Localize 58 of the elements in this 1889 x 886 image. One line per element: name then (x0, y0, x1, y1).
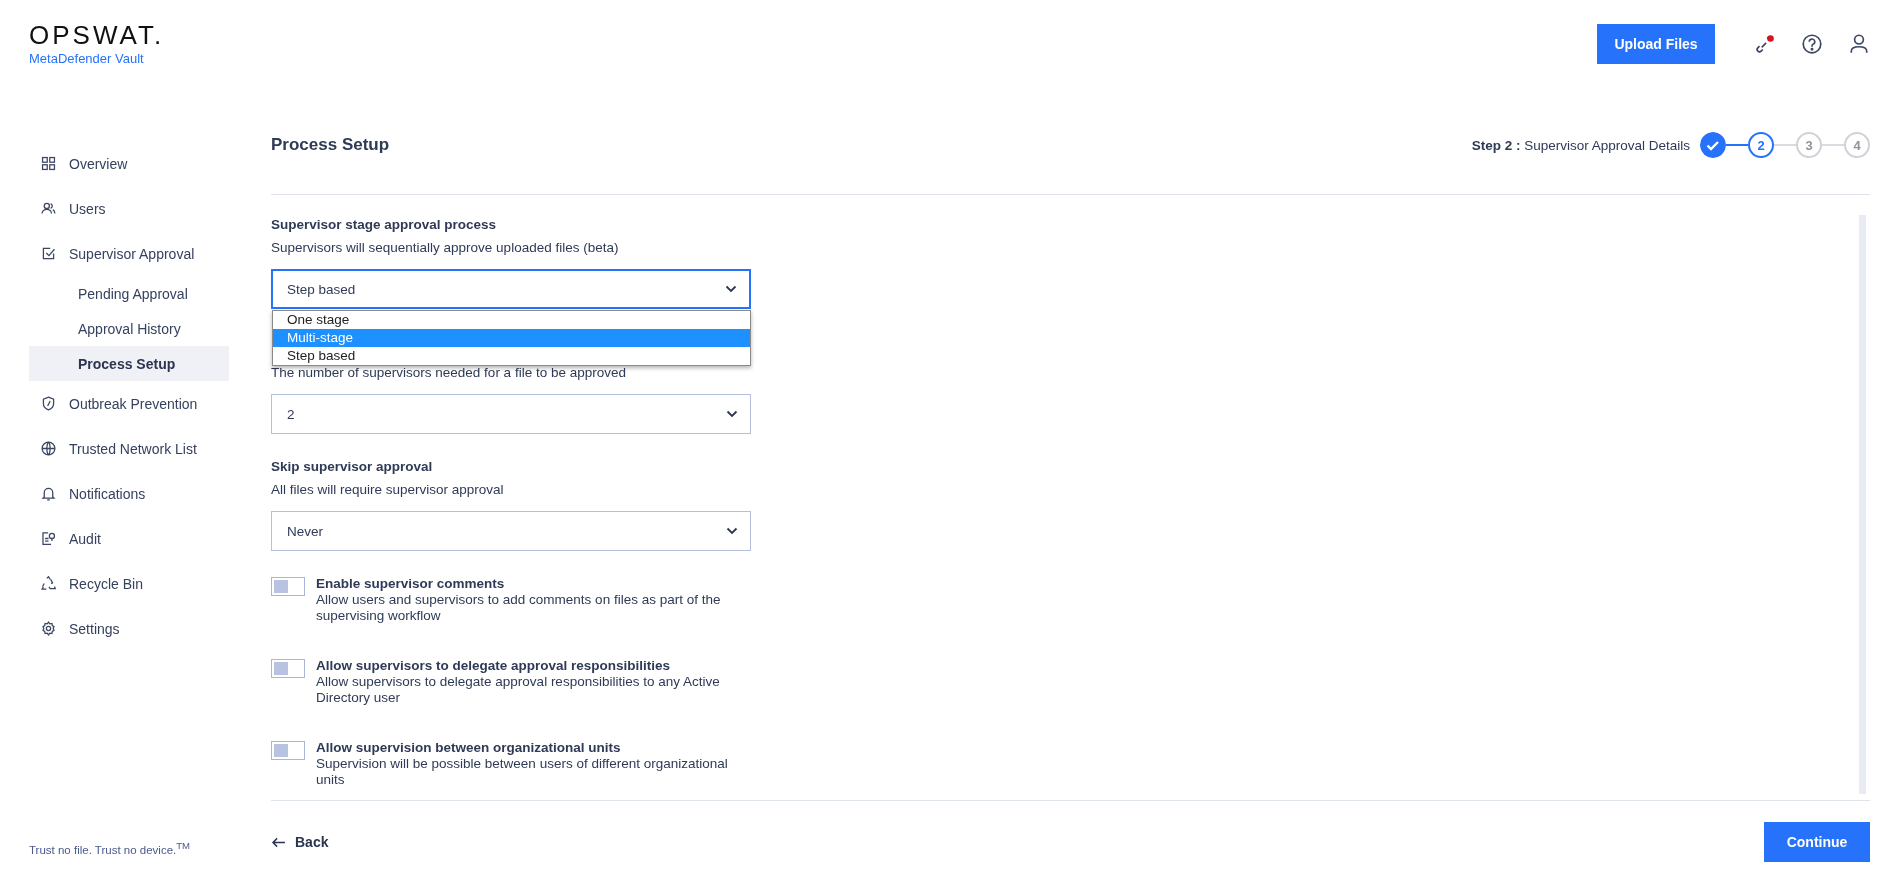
toggle-description: Supervision will be possible between users of different organizational units (316, 756, 729, 788)
sidebar-item[interactable]: Outbreak Prevention (29, 381, 229, 426)
recycle-icon (40, 575, 57, 592)
dropdown-option[interactable]: One stage (273, 311, 750, 329)
back-link[interactable]: Back (271, 834, 329, 850)
sidebar-item[interactable]: Overview (29, 141, 229, 186)
sidebar-item[interactable]: Recycle Bin (29, 561, 229, 606)
toggle-title: Allow supervision between organizational units (316, 740, 622, 756)
section-description: All files will require supervisor approval (271, 481, 505, 499)
help-icon[interactable] (1801, 33, 1823, 55)
user-icon[interactable] (1848, 33, 1870, 55)
shield-icon (40, 395, 57, 412)
step-number: 2 (1748, 132, 1774, 158)
sidebar-item[interactable]: Audit (29, 516, 229, 561)
section-title: Skip supervisor approval (271, 458, 434, 476)
sidebar-item[interactable]: Notifications (29, 471, 229, 516)
dropdown-field[interactable]: Never (271, 511, 751, 551)
step-number: 3 (1796, 132, 1822, 158)
sidebar-subitem[interactable]: Pending Approval (29, 276, 229, 311)
tagline: Trust no file. Trust no device.$^{TM}$ (29, 840, 191, 856)
document-icon (40, 530, 57, 547)
chevron-down-icon (725, 285, 737, 293)
bell-icon (40, 485, 57, 502)
continue-button[interactable]: Continue (1764, 822, 1870, 862)
section-description: The number of supervisors needed for a file to be approved (271, 364, 627, 382)
sidebar-item[interactable]: Settings (29, 606, 229, 651)
sidebar-subitem[interactable]: Process Setup (29, 346, 229, 381)
dropdown-option[interactable]: Step based (273, 347, 750, 365)
arrow-left-icon (271, 836, 286, 848)
step-number: 4 (1844, 132, 1870, 158)
sidebar-item[interactable]: Trusted Network List (29, 426, 229, 471)
sidebar-subitem[interactable]: Approval History (29, 311, 229, 346)
toggle-switch[interactable] (271, 577, 305, 596)
product-name: MetaDefender Vault (29, 51, 144, 66)
grid-icon (40, 155, 57, 172)
brand-logo: OPSWAT. (29, 20, 165, 50)
toggle-switch[interactable] (271, 741, 305, 760)
toggle-description: Allow supervisors to delegate approval responsibilities to any Active Directory user (316, 674, 721, 706)
toggle-title: Allow supervisors to delegate approval responsibilities (316, 658, 672, 674)
dropdown-field[interactable]: 2 (271, 394, 751, 434)
toggle-title: Enable supervisor comments (316, 576, 506, 592)
link-icon[interactable] (1754, 33, 1776, 55)
checkbox-icon (40, 245, 57, 262)
settings-icon (40, 620, 57, 637)
section-title: Supervisor stage approval process (271, 216, 498, 234)
users-icon (40, 200, 57, 217)
chevron-down-icon (726, 527, 738, 535)
page-title: Process Setup (271, 135, 390, 155)
chevron-down-icon (726, 410, 738, 418)
sidebar-item[interactable]: Supervisor Approval (29, 231, 229, 276)
step-label: Step 2 : Supervisor Approval Details (1471, 137, 1690, 153)
globe-icon (40, 440, 57, 457)
toggle-switch[interactable] (271, 659, 305, 678)
sidebar-item[interactable]: Users (29, 186, 229, 231)
upload-files-button[interactable]: Upload Files (1597, 24, 1715, 64)
dropdown-field[interactable]: Step based (271, 269, 751, 309)
section-description: Supervisors will sequentially approve uploaded files (beta) (271, 239, 620, 257)
toggle-description: Allow users and supervisors to add comments on files as part of the supervising workflow (316, 592, 722, 624)
